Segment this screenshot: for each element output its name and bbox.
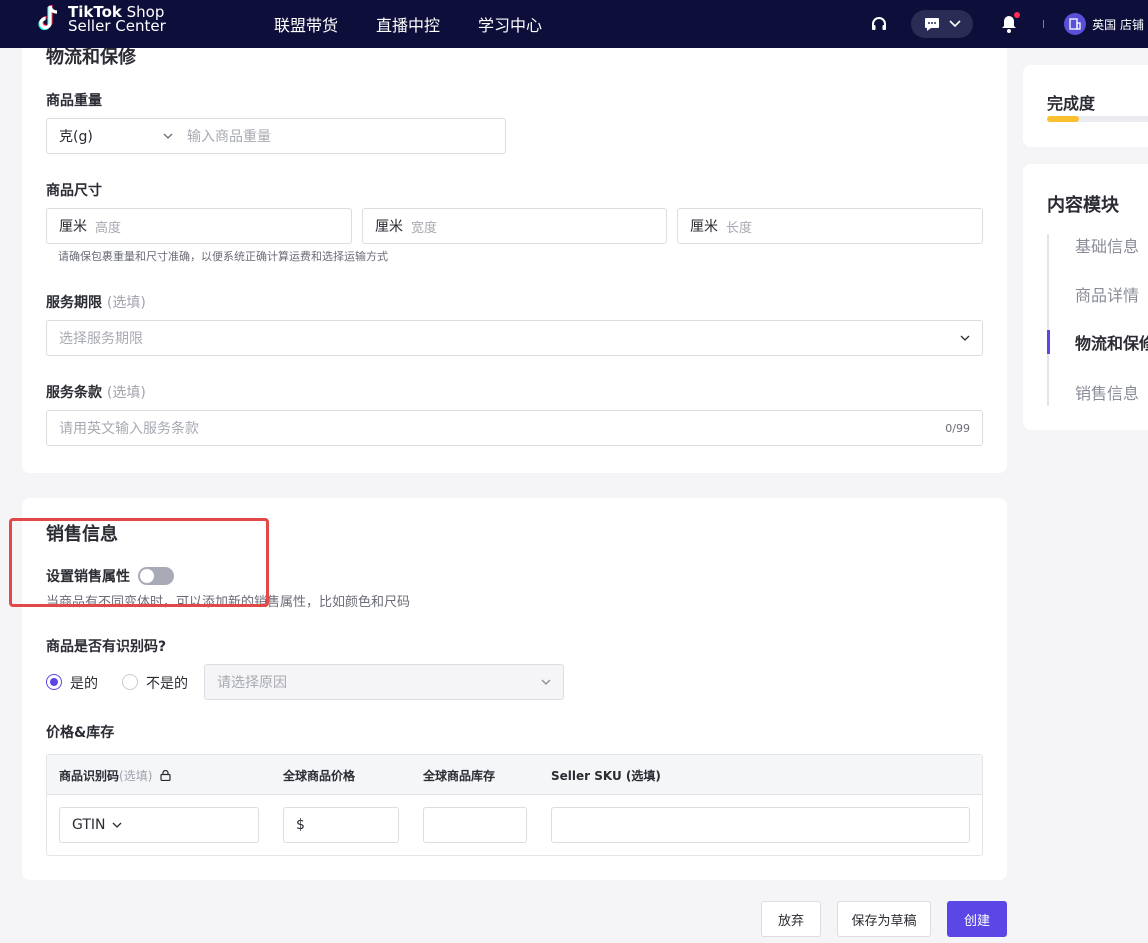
width-input[interactable]: 厘米 宽度 (362, 208, 667, 244)
service-terms-placeholder: 请用英文输入服务条款 (59, 421, 199, 437)
module-link-logistics[interactable]: 物流和保修 (1075, 330, 1148, 354)
save-draft-button[interactable]: 保存为草稿 (837, 901, 931, 937)
identifier-yes-label[interactable]: 是的 (70, 673, 98, 693)
col-header-stock: 全球商品库存 (423, 769, 496, 783)
service-period-select[interactable]: 选择服务期限 (46, 320, 983, 356)
optional-tag: (选填) (106, 295, 146, 311)
weight-unit-value: 克(g) (59, 129, 93, 145)
service-period-label-text: 服务期限 (46, 295, 102, 311)
module-link-sales-info[interactable]: 销售信息 (1075, 380, 1139, 404)
length-placeholder: 长度 (726, 220, 753, 236)
service-terms-label: 服务条款 (选填) (46, 382, 146, 402)
store-name: 英国 店铺 (1092, 17, 1144, 32)
chevron-down-icon (541, 679, 551, 685)
identifier-type-select[interactable]: GTIN (59, 807, 259, 843)
height-input[interactable]: 厘米 高度 (46, 208, 352, 244)
store-switcher[interactable]: 英国 店铺 (1064, 13, 1144, 35)
service-period-label: 服务期限 (选填) (46, 292, 146, 312)
col-identifier-optional: (选填) (119, 769, 153, 783)
col-identifier-text: 商品识别码 (59, 769, 120, 783)
col-header-identifier: 商品识别码(选填) (59, 767, 171, 784)
anchor-active-indicator (1047, 330, 1050, 354)
modules-title: 内容模块 (1047, 195, 1119, 216)
identifier-no-radio[interactable] (122, 674, 138, 690)
chevron-down-icon (112, 822, 121, 828)
nav-affiliate[interactable]: 联盟带货 (274, 12, 338, 36)
stock-input[interactable] (423, 807, 527, 843)
notification-bell-icon[interactable] (997, 12, 1021, 36)
identifier-yes-radio[interactable] (46, 674, 62, 690)
identifier-type-value: GTIN (72, 817, 106, 833)
tiktok-logo-icon (36, 3, 64, 35)
chevron-down-icon (949, 20, 961, 28)
main-nav: 联盟带货 直播中控 学习中心 (274, 0, 580, 48)
width-placeholder: 宽度 (411, 220, 438, 236)
identifier-no-label[interactable]: 不是的 (146, 673, 188, 693)
height-placeholder: 高度 (95, 220, 122, 236)
table-header: 商品识别码(选填) 全球商品价格 全球商品库存 Seller SKU (选填) (47, 755, 982, 795)
create-button[interactable]: 创建 (947, 901, 1007, 937)
store-avatar-icon (1064, 13, 1087, 35)
highlight-box (9, 518, 269, 607)
chevron-down-icon (163, 133, 173, 139)
width-unit: 厘米 (375, 219, 403, 235)
module-link-basic-info[interactable]: 基础信息 (1075, 233, 1139, 257)
weight-field: 克(g) 输入商品重量 (46, 118, 506, 154)
nav-live-control[interactable]: 直播中控 (376, 12, 440, 36)
headset-icon[interactable] (867, 12, 891, 36)
logo-text-seller-center: Seller Center (68, 17, 166, 35)
service-terms-char-count: 0/99 (945, 421, 970, 435)
price-stock-label: 价格&库存 (46, 725, 115, 741)
content-modules-card: 内容模块 基础信息 商品详情 物流和保修 销售信息 (1023, 164, 1148, 430)
anchor-track (1047, 234, 1049, 406)
height-unit: 厘米 (59, 219, 87, 235)
chat-menu-button[interactable] (911, 10, 974, 38)
nav-learning-center[interactable]: 学习中心 (478, 12, 542, 36)
seller-sku-input[interactable] (551, 807, 970, 843)
reason-select: 请选择原因 (204, 664, 564, 700)
top-navigation-bar: TikTok Shop Seller Center 联盟带货 直播中控 学习中心… (0, 0, 1148, 48)
service-terms-label-text: 服务条款 (46, 385, 102, 401)
lock-icon (159, 769, 171, 782)
tiktok-shop-logo[interactable]: TikTok Shop Seller Center (36, 3, 166, 35)
service-period-placeholder: 选择服务期限 (59, 331, 143, 347)
completion-progress-fill (1047, 116, 1080, 122)
size-label: 商品尺寸 (46, 183, 102, 199)
discard-button[interactable]: 放弃 (761, 901, 821, 937)
service-terms-input[interactable]: 请用英文输入服务条款 0/99 (46, 410, 983, 446)
header-divider (1043, 20, 1045, 28)
optional-tag: (选填) (106, 385, 146, 401)
price-input[interactable]: $ (283, 807, 399, 843)
size-hint: 请确保包裹重量和尺寸准确，以便系统正确计算运费和选择运输方式 (58, 250, 388, 263)
completion-card: 完成度 (1023, 65, 1148, 147)
chevron-down-icon (960, 335, 970, 341)
reason-placeholder: 请选择原因 (217, 675, 287, 691)
length-unit: 厘米 (690, 219, 718, 235)
col-header-price: 全球商品价格 (283, 769, 356, 783)
currency-symbol: $ (296, 817, 305, 833)
module-link-product-details[interactable]: 商品详情 (1075, 282, 1139, 306)
length-input[interactable]: 厘米 长度 (677, 208, 983, 244)
weight-unit-select[interactable]: 克(g) (47, 119, 183, 153)
weight-input[interactable]: 输入商品重量 (183, 126, 271, 146)
completion-progress-bar (1047, 116, 1148, 122)
chat-icon (924, 17, 939, 31)
completion-title: 完成度 (1047, 94, 1096, 113)
col-header-sku: Seller SKU (选填) (551, 769, 661, 783)
notification-dot (1014, 12, 1021, 18)
identifier-question-label: 商品是否有识别码? (46, 639, 167, 655)
weight-label: 商品重量 (46, 93, 102, 109)
